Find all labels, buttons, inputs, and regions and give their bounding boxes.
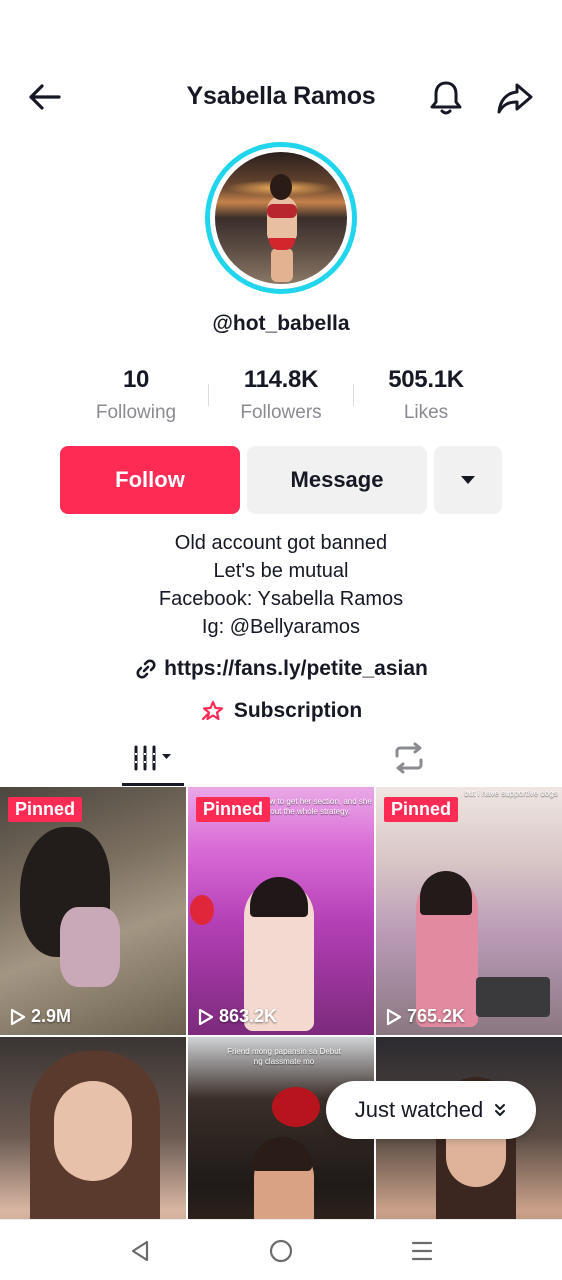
pinned-badge: Pinned — [384, 797, 459, 822]
video-caption: Friend mong papansin sa Debut ng classma… — [227, 1047, 341, 1066]
play-icon — [386, 1008, 402, 1025]
stat-divider — [208, 384, 209, 406]
stat-likes[interactable]: 505.1K Likes — [356, 366, 496, 424]
nav-home-button[interactable] — [263, 1234, 299, 1268]
nav-back-icon — [131, 1240, 149, 1262]
avatar-ring[interactable] — [205, 142, 357, 294]
tab-videos[interactable] — [122, 730, 184, 786]
video-thumbnail[interactable]: Pinned 2.9M — [0, 787, 186, 1035]
tab-reposts[interactable] — [385, 730, 433, 786]
username: @hot_babella — [212, 312, 350, 335]
link-icon — [136, 659, 156, 679]
video-thumbnail[interactable] — [0, 1037, 186, 1219]
subscription-label: Subscription — [233, 699, 363, 722]
subscription-link[interactable]: Subscription — [0, 696, 562, 726]
view-count-text: 765.2K — [407, 1006, 466, 1026]
view-count: 2.9M — [10, 1006, 71, 1027]
active-tab-indicator — [122, 783, 184, 786]
bio-line: Let's be mutual — [213, 560, 349, 582]
following-count: 10 — [122, 366, 150, 393]
stat-following[interactable]: 10 Following — [66, 366, 206, 424]
play-icon — [198, 1008, 214, 1025]
bio: Old account got banned Let's be mutual F… — [0, 529, 562, 641]
video-grid: Pinned 2.9M ask her how to get her secti… — [0, 787, 562, 1219]
bell-icon — [430, 81, 462, 115]
profile-header: Ysabella Ramos — [0, 70, 562, 124]
bio-link[interactable]: https://fans.ly/petite_asian — [0, 654, 562, 684]
page-title: Ysabella Ramos — [186, 82, 376, 110]
bio-line: Old account got banned — [174, 532, 388, 554]
video-caption: but i have supportive dogs — [464, 789, 558, 798]
message-button[interactable]: Message — [247, 446, 427, 514]
nav-menu-icon — [411, 1241, 433, 1261]
subscription-icon — [201, 700, 223, 721]
share-button[interactable] — [492, 78, 538, 118]
just-watched-label: Just watched — [354, 1097, 484, 1122]
notification-bell-button[interactable] — [424, 78, 468, 118]
avatar — [215, 152, 347, 284]
view-count-text: 2.9M — [31, 1006, 72, 1026]
following-label: Following — [95, 402, 177, 423]
likes-count: 505.1K — [388, 366, 464, 393]
view-count: 863.2K — [198, 1006, 277, 1027]
likes-label: Likes — [403, 402, 449, 423]
videos-grid-icon — [134, 745, 171, 771]
profile-stats: 10 Following 114.8K Followers 505.1K Lik… — [0, 366, 562, 430]
stat-followers[interactable]: 114.8K Followers — [211, 366, 351, 424]
more-options-button[interactable] — [434, 446, 502, 514]
caret-down-icon — [461, 476, 475, 484]
double-chevron-down-icon — [495, 1104, 506, 1116]
bio-line: Ig: @Bellyaramos — [201, 616, 361, 638]
system-nav-bar — [0, 1219, 562, 1280]
share-icon — [497, 83, 533, 114]
pinned-badge: Pinned — [196, 797, 271, 822]
view-count-text: 863.2K — [219, 1006, 278, 1026]
bio-line: Facebook: Ysabella Ramos — [158, 588, 404, 610]
nav-home-icon — [269, 1239, 293, 1263]
nav-back-button[interactable] — [122, 1234, 158, 1268]
view-count: 765.2K — [386, 1006, 465, 1027]
repost-icon — [395, 742, 423, 774]
stat-divider — [353, 384, 354, 406]
just-watched-button[interactable]: Just watched — [326, 1081, 536, 1139]
nav-menu-button[interactable] — [404, 1234, 440, 1268]
video-thumbnail[interactable]: ask her how to get her section, and she … — [188, 787, 374, 1035]
profile-actions: Follow Message — [0, 446, 562, 514]
followers-count: 114.8K — [243, 366, 319, 393]
bio-link-text: https://fans.ly/petite_asian — [164, 657, 428, 680]
pinned-badge: Pinned — [8, 797, 83, 822]
content-tabs — [0, 730, 562, 786]
followers-label: Followers — [240, 402, 322, 423]
play-icon — [10, 1008, 26, 1025]
video-thumbnail[interactable]: but i have supportive dogs Pinned 765.2K — [376, 787, 562, 1035]
follow-button[interactable]: Follow — [60, 446, 240, 514]
